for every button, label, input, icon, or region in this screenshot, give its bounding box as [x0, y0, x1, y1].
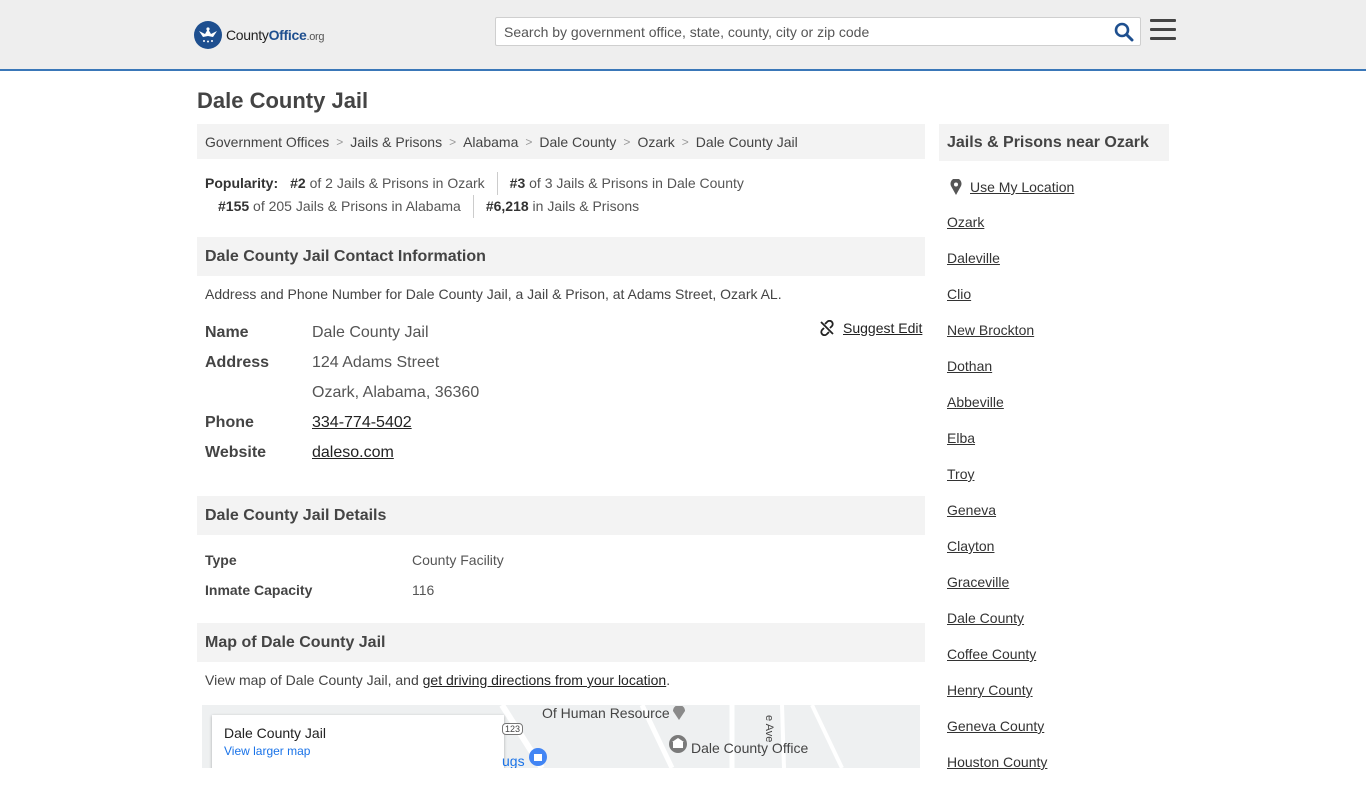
sidebar-link-graceville[interactable]: Graceville	[947, 574, 1009, 590]
sidebar-link-dale-county[interactable]: Dale County	[947, 610, 1024, 626]
hamburger-menu-icon[interactable]	[1150, 19, 1176, 41]
shopping-pin-icon	[529, 748, 547, 766]
website-link[interactable]: daleso.com	[312, 444, 394, 461]
use-my-location[interactable]: Use My Location	[950, 179, 1074, 195]
chevron-right-icon: >	[623, 134, 631, 149]
sidebar-link-coffee-county[interactable]: Coffee County	[947, 646, 1036, 662]
government-building-icon	[669, 735, 687, 753]
map-label-ave: e Ave	[763, 715, 775, 743]
sidebar-link-clio[interactable]: Clio	[947, 286, 971, 302]
breadcrumb-current: Dale County Jail	[695, 133, 798, 150]
sidebar-link-ozark[interactable]: Ozark	[947, 214, 984, 230]
logo-wordmark: CountyOffice.org	[226, 27, 325, 43]
sidebar-link-geneva[interactable]: Geneva	[947, 502, 996, 518]
map-description: View map of Dale County Jail, and get dr…	[205, 672, 671, 688]
popularity-label: Popularity:	[205, 175, 279, 191]
list-item: Henry County	[947, 682, 1047, 718]
route-shield: 123	[502, 723, 524, 735]
name-label: Name	[205, 324, 249, 341]
list-item: Abbeville	[947, 394, 1047, 430]
phone-label: Phone	[205, 414, 254, 431]
view-larger-map-link[interactable]: View larger map	[224, 744, 492, 758]
breadcrumb-jails-prisons[interactable]: Jails & Prisons	[350, 134, 442, 150]
list-item: Graceville	[947, 574, 1047, 610]
address-line1: 124 Adams Street	[312, 354, 440, 371]
contact-info: Name Dale County Jail Address 124 Adams …	[205, 318, 925, 468]
map-label-drugs: ugs	[502, 753, 525, 768]
top-bar: CountyOffice.org	[0, 0, 1366, 71]
list-item: Houston County	[947, 754, 1047, 790]
sidebar-link-abbeville[interactable]: Abbeville	[947, 394, 1004, 410]
search-icon[interactable]	[1114, 22, 1134, 42]
chevron-right-icon: >	[525, 134, 533, 149]
driving-directions-link[interactable]: get driving directions from your locatio…	[423, 672, 667, 688]
sidebar-link-geneva-county[interactable]: Geneva County	[947, 718, 1044, 734]
list-item: Clayton	[947, 538, 1047, 574]
page-title: Dale County Jail	[197, 88, 369, 113]
search-input[interactable]	[496, 18, 1096, 45]
sidebar-heading: Jails & Prisons near Ozark	[939, 124, 1169, 161]
sidebar-link-daleville[interactable]: Daleville	[947, 250, 1000, 266]
type-label: Type	[205, 552, 237, 568]
contact-description: Address and Phone Number for Dale County…	[205, 286, 782, 302]
chevron-right-icon: >	[681, 134, 689, 149]
popularity-rank-state: #155 of 205 Jails & Prisons in Alabama	[218, 195, 474, 218]
address-label: Address	[205, 354, 270, 371]
sidebar-link-clayton[interactable]: Clayton	[947, 538, 994, 554]
list-item: Dale County	[947, 610, 1047, 646]
contact-heading: Dale County Jail Contact Information	[197, 237, 925, 276]
popularity-rank-national: #6,218 in Jails & Prisons	[485, 198, 640, 214]
eagle-logo-icon	[194, 21, 222, 49]
popularity-rankings: Popularity: #2 of 2 Jails & Prisons in O…	[205, 172, 925, 218]
map-info-card: Dale County Jail View larger map	[212, 715, 504, 768]
list-item: Daleville	[947, 250, 1047, 286]
type-value: County Facility	[412, 552, 504, 568]
list-item: New Brockton	[947, 322, 1047, 358]
embedded-map[interactable]: Dale County Jail View larger map Of Huma…	[202, 705, 920, 768]
breadcrumb-alabama[interactable]: Alabama	[463, 134, 518, 150]
list-item: Geneva	[947, 502, 1047, 538]
phone-link[interactable]: 334-774-5402	[312, 414, 412, 431]
nearby-locations-list: Ozark Daleville Clio New Brockton Dothan…	[947, 214, 1047, 790]
popularity-rank-county: #3 of 3 Jails & Prisons in Dale County	[509, 175, 744, 191]
map-heading: Map of Dale County Jail	[197, 623, 925, 662]
chevron-right-icon: >	[336, 134, 344, 149]
search-bar	[495, 17, 1141, 46]
list-item: Coffee County	[947, 646, 1047, 682]
map-label-county-office: Dale County Office	[691, 740, 809, 756]
map-label-human-resource: Of Human Resource	[542, 705, 670, 721]
location-pin-icon	[950, 179, 962, 195]
breadcrumb-ozark[interactable]: Ozark	[637, 134, 674, 150]
map-pin-icon	[673, 706, 685, 720]
list-item: Elba	[947, 430, 1047, 466]
site-logo[interactable]: CountyOffice.org	[194, 20, 325, 50]
breadcrumb-government-offices[interactable]: Government Offices	[205, 134, 329, 150]
chevron-right-icon: >	[449, 134, 457, 149]
map-card-title: Dale County Jail	[224, 725, 326, 741]
list-item: Ozark	[947, 214, 1047, 250]
sidebar-link-dothan[interactable]: Dothan	[947, 358, 992, 374]
name-value: Dale County Jail	[312, 324, 429, 341]
capacity-label: Inmate Capacity	[205, 582, 313, 598]
website-label: Website	[205, 444, 267, 461]
details-table: Type County Facility Inmate Capacity 116	[205, 545, 925, 605]
address-line2: Ozark, Alabama, 36360	[312, 384, 480, 401]
breadcrumb-dale-county[interactable]: Dale County	[539, 134, 616, 150]
list-item: Geneva County	[947, 718, 1047, 754]
details-heading: Dale County Jail Details	[197, 496, 925, 535]
use-my-location-link[interactable]: Use My Location	[970, 179, 1074, 195]
sidebar-link-troy[interactable]: Troy	[947, 466, 974, 482]
sidebar-link-new-brockton[interactable]: New Brockton	[947, 322, 1034, 338]
list-item: Clio	[947, 286, 1047, 322]
sidebar-link-elba[interactable]: Elba	[947, 430, 975, 446]
breadcrumb: Government Offices > Jails & Prisons > A…	[197, 124, 925, 159]
capacity-value: 116	[412, 582, 435, 598]
popularity-rank-city: #2 of 2 Jails & Prisons in Ozark	[290, 172, 498, 195]
sidebar-link-henry-county[interactable]: Henry County	[947, 682, 1033, 698]
list-item: Troy	[947, 466, 1047, 502]
list-item: Dothan	[947, 358, 1047, 394]
